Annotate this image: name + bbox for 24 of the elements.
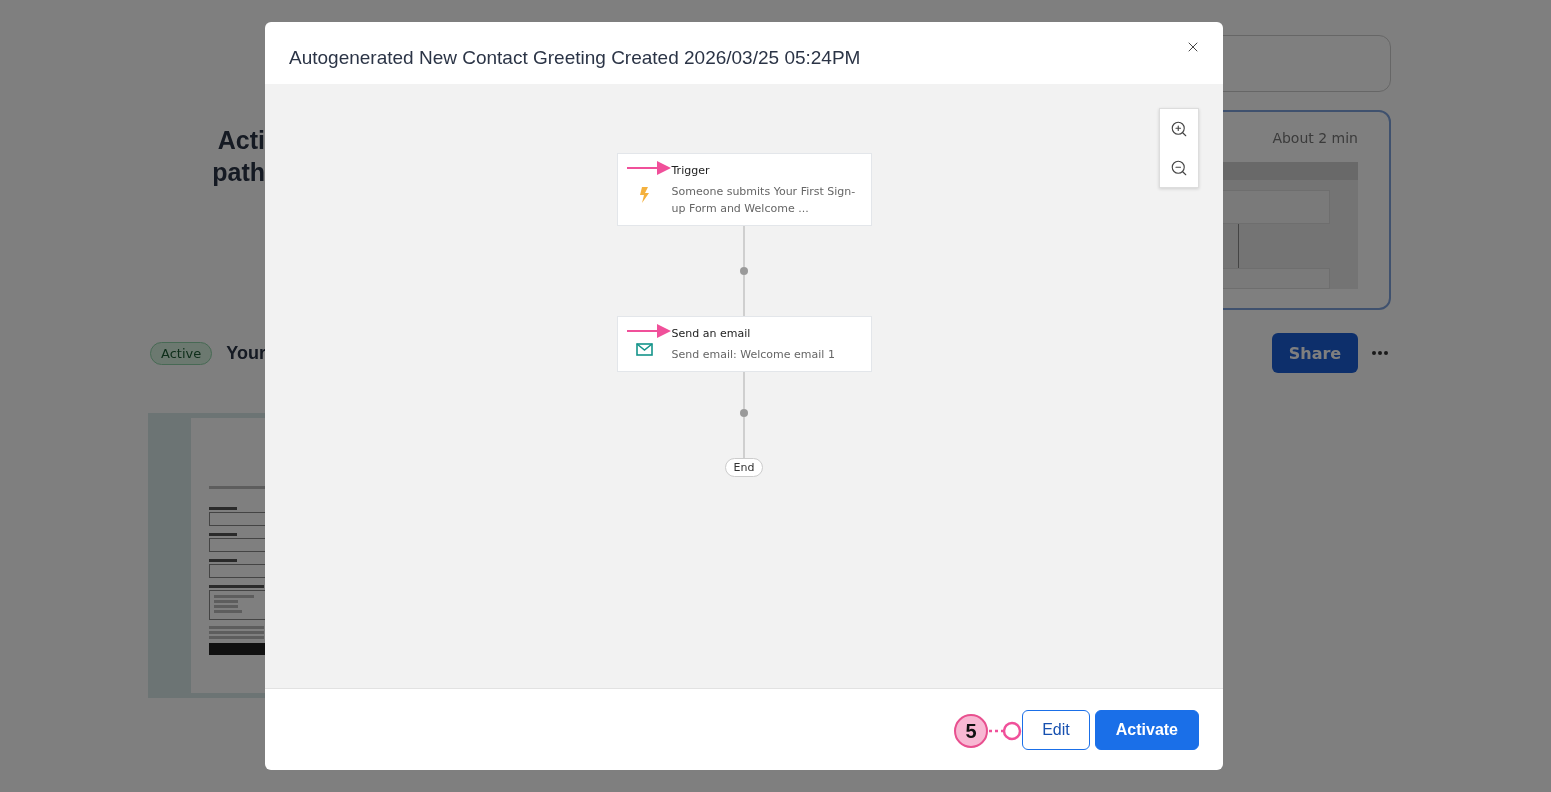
status-badge: Active	[150, 341, 213, 365]
item-title: Your	[226, 342, 266, 364]
activate-button[interactable]: Activate	[1094, 709, 1199, 750]
envelope-icon	[636, 342, 653, 356]
more-icon[interactable]	[1372, 351, 1388, 355]
callout-pointer-icon	[988, 721, 1022, 741]
page-heading: path	[212, 157, 265, 188]
modal-title: Autogenerated New Contact Greeting Created 2026/03/25 05:24PM	[289, 47, 861, 69]
edit-button[interactable]: Edit	[1022, 709, 1090, 750]
arrow-icon	[626, 324, 671, 338]
step-badge: 5	[954, 714, 988, 748]
workflow-node[interactable]: Trigger Someone submits Your First Sign-up Form and Welcome ...	[616, 153, 872, 226]
lightning-icon	[638, 186, 651, 203]
node-title: Trigger	[671, 164, 711, 177]
node-description: Someone submits Your First Sign-up Form and Welcome ...	[671, 184, 857, 217]
workflow-node[interactable]: Send an email Send email: Welcome email 1	[616, 316, 872, 372]
end-node: End	[724, 458, 764, 477]
node-description: Send email: Welcome email 1	[671, 347, 836, 363]
duration-text: About 2 min	[1272, 130, 1358, 146]
arrow-icon	[626, 161, 671, 175]
connector-dot	[740, 267, 748, 275]
page-heading: Acti	[217, 125, 265, 156]
connector-dot	[740, 409, 748, 417]
node-title: Send an email	[671, 327, 752, 340]
